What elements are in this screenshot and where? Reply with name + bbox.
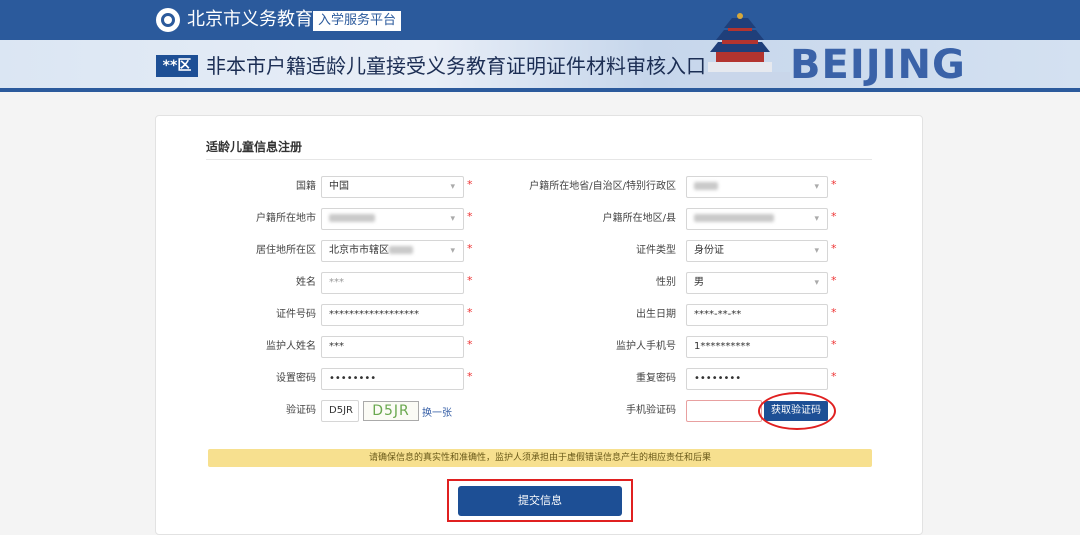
guardian-name-input[interactable]: *** [321, 336, 464, 358]
brand-tag: 入学服务平台 [313, 11, 402, 31]
required-mark: * [467, 178, 473, 191]
required-mark: * [467, 274, 473, 287]
required-mark: * [467, 370, 473, 383]
password-input[interactable]: •••••••• [321, 368, 464, 390]
id-type-label: 证件类型 [636, 245, 676, 256]
refresh-captcha-link[interactable]: 换一张 [422, 404, 452, 419]
notice-banner: 请确保信息的真实性和准确性，监护人须承担由于虚假错误信息产生的相应责任和后果 [208, 449, 872, 467]
nationality-select[interactable]: 中国 [321, 176, 464, 198]
id-number-label: 证件号码 [276, 309, 316, 320]
birth-date-input[interactable]: ****-**-** [686, 304, 828, 326]
gender-label: 性别 [656, 277, 676, 288]
nationality-label: 国籍 [296, 181, 316, 192]
banner-divider [0, 88, 1080, 92]
highlight-box [447, 479, 633, 522]
page-title: 非本市户籍适龄儿童接受义务教育证明证件材料审核入口 [206, 54, 706, 78]
id-number-input[interactable]: ****************** [321, 304, 464, 326]
brand-name: 北京市义务教育 [187, 9, 313, 30]
required-mark: * [831, 338, 837, 351]
logo-icon [156, 8, 180, 32]
required-mark: * [831, 210, 837, 223]
sms-code-label: 手机验证码 [626, 405, 676, 416]
captcha-input[interactable]: D5JR [321, 400, 359, 422]
required-mark: * [467, 242, 473, 255]
highlight-circle [758, 392, 836, 430]
name-label: 姓名 [296, 277, 316, 288]
required-mark: * [831, 370, 837, 383]
residence-district-select[interactable]: 北京市市辖区 [321, 240, 464, 262]
hukou-province-select[interactable] [686, 176, 828, 198]
required-mark: * [831, 242, 837, 255]
hukou-county-label: 户籍所在地区/县 [602, 213, 676, 224]
birth-date-label: 出生日期 [636, 309, 676, 320]
gender-select[interactable]: 男 [686, 272, 828, 294]
region-badge: **区 [156, 55, 198, 77]
password-label: 设置密码 [276, 373, 316, 384]
required-mark: * [467, 210, 473, 223]
required-mark: * [831, 274, 837, 287]
required-mark: * [831, 178, 837, 191]
section-divider [206, 159, 872, 160]
confirm-password-label: 重复密码 [636, 373, 676, 384]
registration-card: 适龄儿童信息注册 国籍 中国 * 户籍所在地市 * 居住地所在区 北京市市辖区 … [155, 115, 923, 535]
confirm-password-input[interactable]: •••••••• [686, 368, 828, 390]
beijing-wordmark: BEIJING [790, 42, 966, 88]
guardian-name-label: 监护人姓名 [266, 341, 316, 352]
hukou-county-select[interactable] [686, 208, 828, 230]
hukou-city-label: 户籍所在地市 [256, 213, 316, 224]
guardian-phone-label: 监护人手机号 [616, 341, 676, 352]
required-mark: * [831, 306, 837, 319]
guardian-phone-input[interactable]: 1********** [686, 336, 828, 358]
section-title: 适龄儿童信息注册 [206, 140, 303, 154]
required-mark: * [467, 306, 473, 319]
id-type-select[interactable]: 身份证 [686, 240, 828, 262]
sms-code-input[interactable] [686, 400, 762, 422]
captcha-label: 验证码 [286, 405, 316, 416]
hukou-province-label: 户籍所在地省/自治区/特别行政区 [529, 181, 676, 192]
name-input[interactable]: *** [321, 272, 464, 294]
required-mark: * [467, 338, 473, 351]
captcha-image[interactable]: D5JR [363, 401, 419, 421]
hukou-city-select[interactable] [321, 208, 464, 230]
residence-district-label: 居住地所在区 [256, 245, 316, 256]
